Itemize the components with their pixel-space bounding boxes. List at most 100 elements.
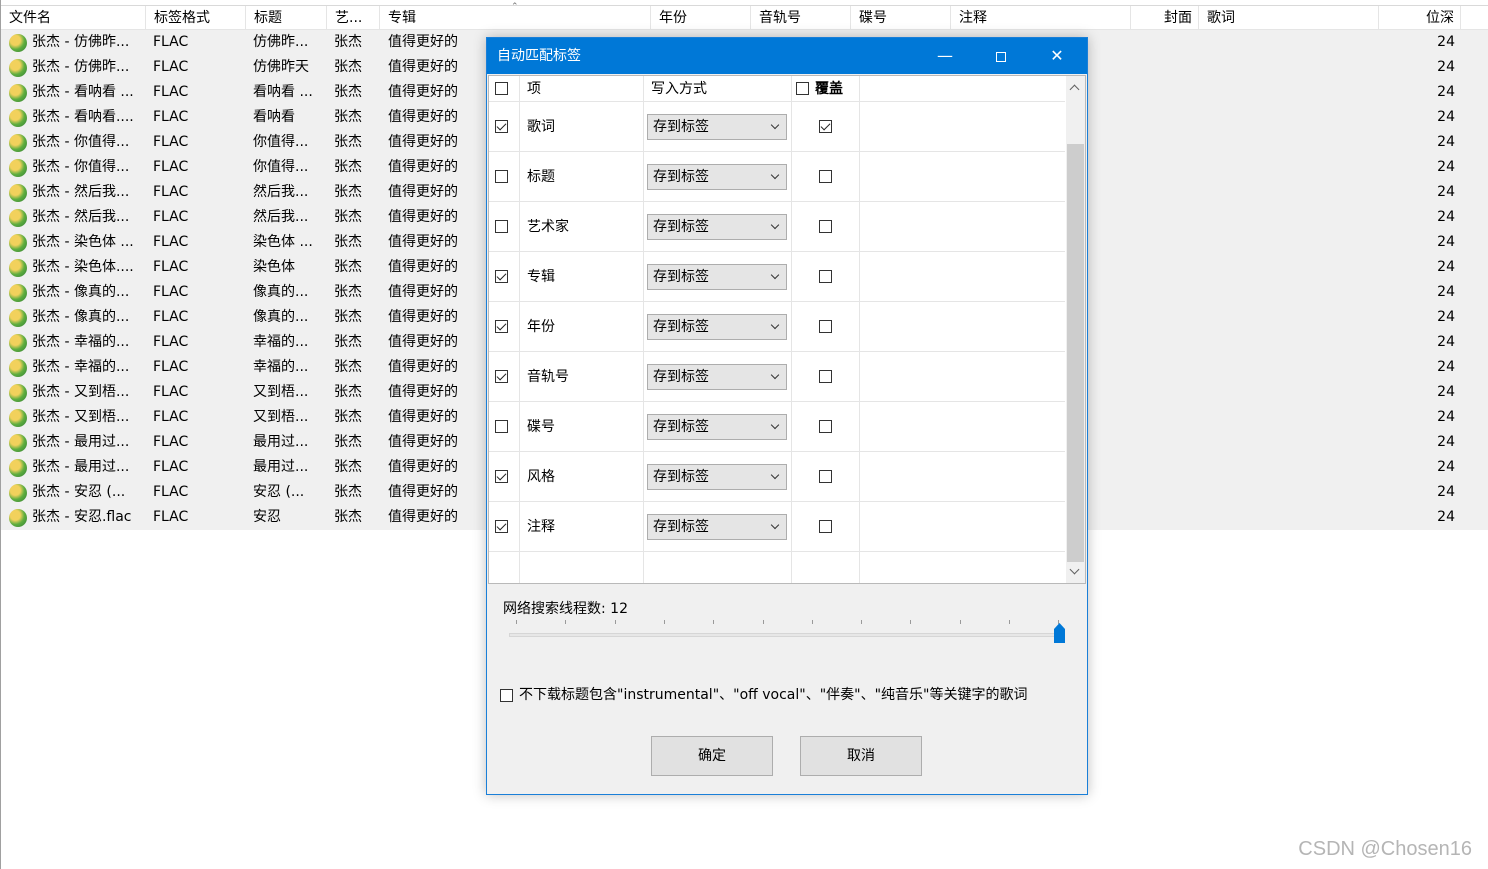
bitdepth-cell: 24: [1437, 384, 1455, 400]
write-mode-select[interactable]: 存到标签: [647, 314, 787, 340]
thread-count-label: 网络搜索线程数: 12: [503, 601, 628, 617]
slider-tick: [565, 620, 567, 624]
chevron-down-icon: [770, 470, 780, 480]
column-header-disc[interactable]: 碟号: [851, 6, 951, 30]
column-header-artist[interactable]: 艺...: [327, 6, 380, 30]
column-header-year[interactable]: 年份: [651, 6, 751, 30]
music-file-icon: [9, 259, 27, 277]
write-mode-value: 存到标签: [653, 169, 709, 185]
bitdepth-cell: 24: [1437, 109, 1455, 125]
write-mode-value: 存到标签: [653, 369, 709, 385]
album-cell: 值得更好的: [388, 334, 458, 350]
tag-enable-checkbox[interactable]: [495, 420, 508, 433]
file-name-cell: 张杰 - 像真的...: [32, 284, 130, 300]
format-cell: FLAC: [153, 509, 189, 525]
tag-option-row: 艺术家 存到标签: [489, 202, 1065, 252]
format-cell: FLAC: [153, 359, 189, 375]
tag-option-label: 专辑: [527, 269, 555, 285]
tag-enable-checkbox[interactable]: [495, 520, 508, 533]
title-cell: 安忍: [253, 509, 281, 525]
skip-instrumental-lyrics-label[interactable]: 不下载标题包含"instrumental"、"off vocal"、"伴奏"、"…: [519, 684, 1027, 704]
title-cell: 仿佛昨...: [253, 34, 309, 50]
album-cell: 值得更好的: [388, 484, 458, 500]
overwrite-checkbox[interactable]: [819, 170, 832, 183]
format-cell: FLAC: [153, 284, 189, 300]
tag-enable-checkbox[interactable]: [495, 220, 508, 233]
overwrite-checkbox[interactable]: [819, 270, 832, 283]
overwrite-all-checkbox[interactable]: [796, 82, 809, 95]
close-button[interactable]: ✕: [1034, 38, 1080, 74]
bitdepth-cell: 24: [1437, 184, 1455, 200]
dialog-titlebar[interactable]: 自动匹配标签 — ✕: [487, 38, 1087, 74]
title-cell: 染色体: [253, 259, 295, 275]
tag-enable-checkbox[interactable]: [495, 320, 508, 333]
album-cell: 值得更好的: [388, 259, 458, 275]
overwrite-checkbox[interactable]: [819, 120, 832, 133]
overwrite-checkbox[interactable]: [819, 220, 832, 233]
skip-instrumental-lyrics-checkbox[interactable]: [500, 689, 513, 702]
write-mode-select[interactable]: 存到标签: [647, 264, 787, 290]
overwrite-checkbox[interactable]: [819, 470, 832, 483]
tag-enable-checkbox[interactable]: [495, 270, 508, 283]
slider-thumb[interactable]: [1054, 623, 1065, 643]
title-cell: 然后我...: [253, 209, 309, 225]
format-cell: FLAC: [153, 309, 189, 325]
overwrite-checkbox[interactable]: [819, 520, 832, 533]
overwrite-checkbox[interactable]: [819, 320, 832, 333]
minimize-button[interactable]: —: [922, 38, 968, 74]
ok-button[interactable]: 确定: [651, 736, 773, 776]
chevron-down-icon: [770, 170, 780, 180]
tag-enable-checkbox[interactable]: [495, 370, 508, 383]
scrollbar-thumb[interactable]: [1067, 144, 1084, 562]
column-header-cover[interactable]: 封面: [1131, 6, 1199, 30]
album-cell: 值得更好的: [388, 184, 458, 200]
column-header-filename[interactable]: 文件名: [1, 6, 146, 30]
overwrite-checkbox[interactable]: [819, 370, 832, 383]
format-cell: FLAC: [153, 184, 189, 200]
album-cell: 值得更好的: [388, 459, 458, 475]
bitdepth-cell: 24: [1437, 334, 1455, 350]
file-name-cell: 张杰 - 又到梧...: [32, 384, 130, 400]
thread-count-slider[interactable]: [509, 633, 1061, 637]
music-file-icon: [9, 159, 27, 177]
format-cell: FLAC: [153, 484, 189, 500]
tag-enable-checkbox[interactable]: [495, 470, 508, 483]
format-cell: FLAC: [153, 134, 189, 150]
title-cell: 又到梧...: [253, 384, 309, 400]
write-mode-select[interactable]: 存到标签: [647, 414, 787, 440]
write-mode-select[interactable]: 存到标签: [647, 514, 787, 540]
tag-option-row: 碟号 存到标签: [489, 402, 1065, 452]
write-mode-select[interactable]: 存到标签: [647, 164, 787, 190]
write-mode-select[interactable]: 存到标签: [647, 114, 787, 140]
write-mode-select[interactable]: 存到标签: [647, 464, 787, 490]
file-name-cell: 张杰 - 你值得...: [32, 134, 130, 150]
album-cell: 值得更好的: [388, 309, 458, 325]
file-name-cell: 张杰 - 染色体....: [32, 259, 134, 275]
column-header-track[interactable]: 音轨号: [751, 6, 851, 30]
scroll-up-icon[interactable]: [1069, 84, 1080, 95]
column-header-comment[interactable]: 注释: [951, 6, 1131, 30]
title-cell: 像真的...: [253, 284, 309, 300]
artist-cell: 张杰: [334, 309, 362, 325]
bitdepth-cell: 24: [1437, 134, 1455, 150]
tag-enable-checkbox[interactable]: [495, 170, 508, 183]
file-name-cell: 张杰 - 仿佛昨...: [32, 59, 130, 75]
format-cell: FLAC: [153, 84, 189, 100]
tag-enable-checkbox[interactable]: [495, 120, 508, 133]
grid-scrollbar[interactable]: [1066, 76, 1085, 583]
write-mode-select[interactable]: 存到标签: [647, 214, 787, 240]
music-file-icon: [9, 459, 27, 477]
format-cell: FLAC: [153, 334, 189, 350]
overwrite-checkbox[interactable]: [819, 420, 832, 433]
file-name-cell: 张杰 - 像真的...: [32, 309, 130, 325]
maximize-button[interactable]: [978, 38, 1024, 74]
column-header-title[interactable]: 标题: [246, 6, 327, 30]
column-header-lyrics[interactable]: 歌词: [1199, 6, 1379, 30]
select-all-checkbox[interactable]: [495, 82, 508, 95]
column-header-tag-format[interactable]: 标签格式: [146, 6, 246, 30]
scroll-down-icon[interactable]: [1069, 564, 1080, 575]
column-header-bitdepth[interactable]: 位深: [1379, 6, 1461, 30]
cancel-button[interactable]: 取消: [800, 736, 922, 776]
write-mode-select[interactable]: 存到标签: [647, 364, 787, 390]
album-cell: 值得更好的: [388, 509, 458, 525]
